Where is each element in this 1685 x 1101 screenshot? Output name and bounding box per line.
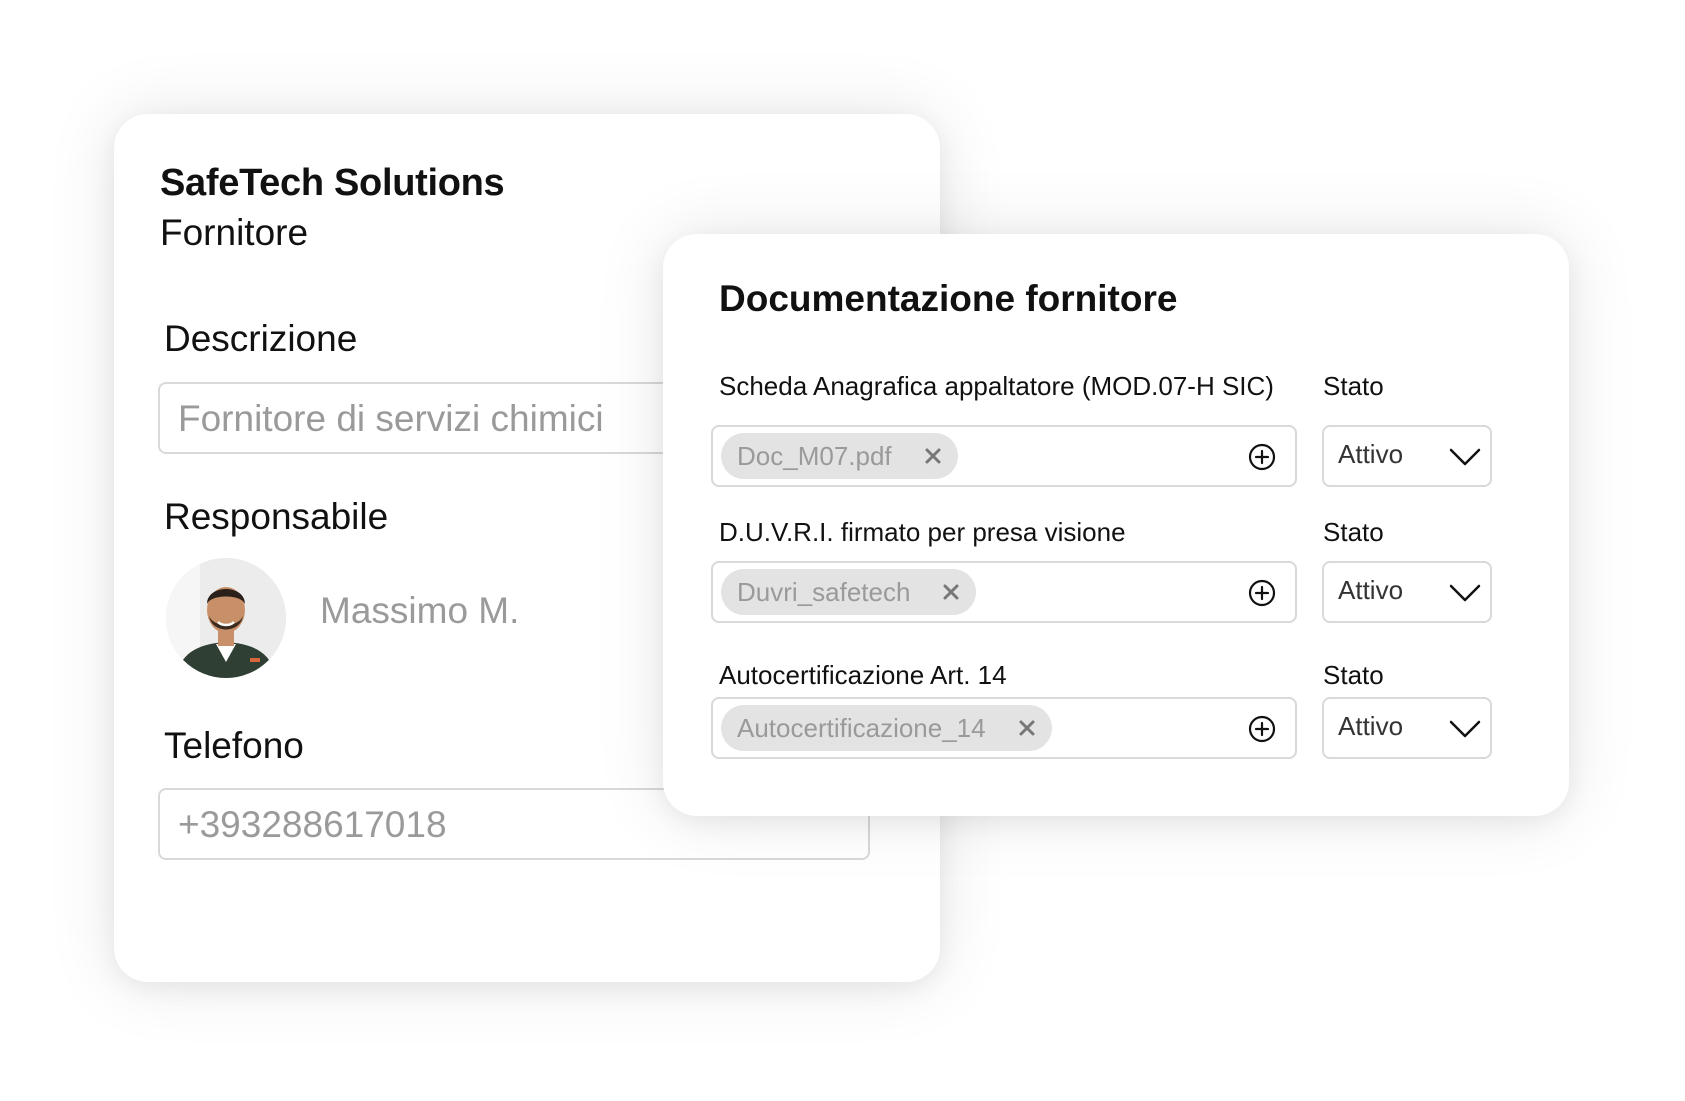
status-select[interactable]: Attivo	[1322, 561, 1492, 623]
file-chip: Duvri_safetech	[721, 569, 977, 615]
status-value: Attivo	[1338, 439, 1404, 469]
status-select[interactable]: Attivo	[1322, 697, 1492, 759]
company-role: Fornitore	[160, 212, 309, 253]
documentation-card: Documentazione fornitore Scheda Anagrafi…	[663, 234, 1569, 816]
file-name: Autocertificazione_14	[737, 712, 986, 743]
status-value: Attivo	[1338, 575, 1404, 605]
close-icon[interactable]	[940, 581, 962, 603]
chevron-down-icon	[1448, 717, 1482, 741]
avatar	[166, 558, 286, 678]
document-label: Scheda Anagrafica appaltatore (MOD.07-H …	[719, 371, 1274, 401]
status-select[interactable]: Attivo	[1322, 425, 1492, 487]
file-name: Doc_M07.pdf	[737, 440, 892, 471]
document-label: Autocertificazione Art. 14	[719, 660, 1007, 690]
responsible-label: Responsabile	[164, 496, 389, 537]
status-label: Stato	[1323, 371, 1384, 401]
file-field[interactable]: Autocertificazione_14	[711, 697, 1297, 759]
phone-label: Telefono	[164, 725, 304, 766]
status-label: Stato	[1323, 660, 1384, 690]
file-chip: Doc_M07.pdf	[721, 433, 958, 479]
description-label: Descrizione	[164, 318, 358, 359]
chevron-down-icon	[1448, 445, 1482, 469]
file-field[interactable]: Doc_M07.pdf	[711, 425, 1297, 487]
document-label: D.U.V.R.I. firmato per presa visione	[719, 517, 1126, 547]
documentation-title: Documentazione fornitore	[719, 278, 1178, 319]
status-value: Attivo	[1338, 711, 1404, 741]
company-name: SafeTech Solutions	[160, 162, 505, 204]
file-name: Duvri_safetech	[737, 576, 911, 607]
close-icon[interactable]	[922, 445, 944, 467]
close-icon[interactable]	[1016, 717, 1038, 739]
plus-circle-icon[interactable]	[1247, 714, 1277, 744]
plus-circle-icon[interactable]	[1247, 578, 1277, 608]
chevron-down-icon	[1448, 581, 1482, 605]
status-label: Stato	[1323, 517, 1384, 547]
responsible-name: Massimo M.	[320, 590, 520, 631]
plus-circle-icon[interactable]	[1247, 442, 1277, 472]
file-chip: Autocertificazione_14	[721, 705, 1052, 751]
file-field[interactable]: Duvri_safetech	[711, 561, 1297, 623]
